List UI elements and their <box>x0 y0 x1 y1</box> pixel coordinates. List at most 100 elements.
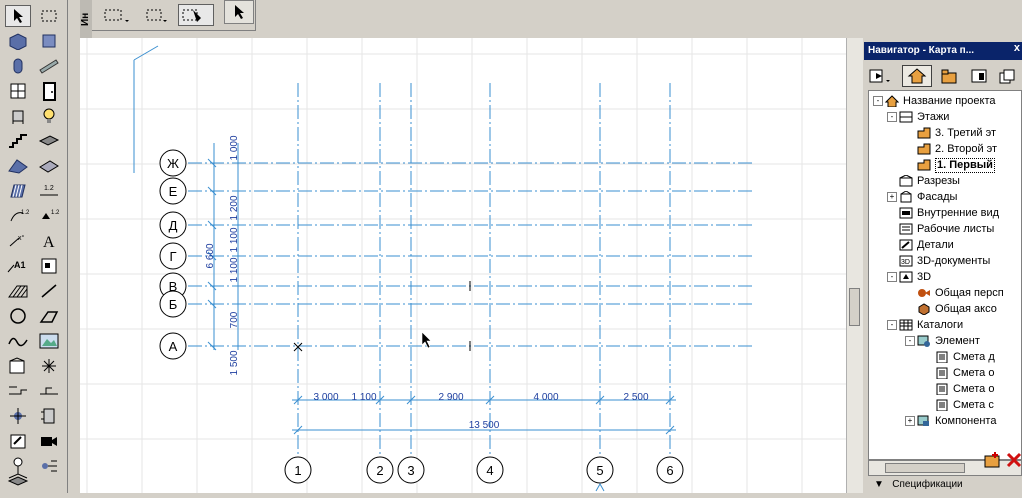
geometry-method-button[interactable] <box>100 4 136 26</box>
tree-item[interactable]: Смета с <box>935 397 994 413</box>
navigator-panel: Навигатор - Карта п... x Название проекта… <box>864 42 1022 493</box>
tree-item[interactable]: Разрезы <box>899 173 960 189</box>
list-icon <box>936 399 948 411</box>
arrow-tool[interactable] <box>5 5 31 27</box>
component-icon <box>917 415 929 426</box>
expand-icon[interactable]: + <box>905 416 915 426</box>
tree-item[interactable]: Детали <box>899 237 954 253</box>
pointer-button[interactable] <box>224 0 254 24</box>
angle-dimension-tool[interactable]: x° <box>5 230 31 252</box>
delete-button[interactable] <box>1004 450 1022 470</box>
tree-item[interactable]: Внутренние вид <box>899 205 999 221</box>
navigator-mode-button[interactable] <box>866 65 896 87</box>
tree-item-label: Смета о <box>953 367 995 379</box>
floor-plan-canvas[interactable]: ЖЕДГВБА1 000 1 200 1 100 1 100 700 1 500 6 600… <box>80 38 846 493</box>
tree-item[interactable]: Компонента <box>917 413 996 429</box>
scroll-thumb[interactable] <box>849 288 860 326</box>
column-axis-label: 5 <box>596 463 603 478</box>
circle-tool[interactable] <box>5 305 31 327</box>
story-icon <box>917 127 931 139</box>
detail-tool[interactable] <box>5 430 31 452</box>
tree-item[interactable]: Смета д <box>935 349 995 365</box>
vertical-dimension-value: 1 100 <box>229 257 240 282</box>
collapse-icon[interactable]: - <box>887 272 897 282</box>
lamp-tool[interactable] <box>36 105 62 127</box>
tree-item[interactable]: 3. Третий эт <box>917 125 996 141</box>
fill-tool[interactable] <box>5 280 31 302</box>
close-icon[interactable]: x <box>1014 42 1020 54</box>
worksheet-tool[interactable] <box>36 405 62 427</box>
tree-item-label: Элемент <box>935 335 980 347</box>
tree-item[interactable]: 3D 3D-документы <box>899 253 990 269</box>
curtain-wall-tool[interactable] <box>5 180 31 202</box>
collapse-icon[interactable]: - <box>905 336 915 346</box>
camera-tool[interactable] <box>5 405 31 427</box>
tree-item[interactable]: Смета о <box>935 381 994 397</box>
beam-tool[interactable] <box>36 55 62 77</box>
zone-tool[interactable] <box>36 255 62 277</box>
interior-elevation-tool[interactable] <box>36 380 62 402</box>
spline-tool[interactable] <box>5 330 31 352</box>
column-tool[interactable] <box>36 30 62 52</box>
view-map-button[interactable] <box>934 65 964 87</box>
publisher-sets-button[interactable] <box>992 65 1022 87</box>
slab-tool[interactable] <box>36 130 62 152</box>
specifications-section[interactable]: ▼ Спецификации <box>864 476 1022 493</box>
tree-item[interactable]: Рабочие листы <box>899 221 994 237</box>
door-tool[interactable] <box>36 80 62 102</box>
tree-item[interactable]: Фасады <box>899 189 957 205</box>
layout-book-button[interactable] <box>964 65 994 87</box>
mesh-tool[interactable] <box>36 155 62 177</box>
window-tool[interactable] <box>5 80 31 102</box>
radial-dimension-tool[interactable]: 1.2 <box>5 205 31 227</box>
line-tool[interactable] <box>36 280 62 302</box>
tree-item[interactable]: 3D <box>899 269 931 285</box>
polyline-tool[interactable] <box>36 305 62 327</box>
canvas-vertical-scrollbar[interactable] <box>846 38 863 493</box>
wall-tool[interactable] <box>5 30 31 52</box>
marquee-tool[interactable] <box>36 5 62 27</box>
tree-item[interactable]: Элемент <box>917 333 980 349</box>
dimension-level-tool[interactable]: 1.2 <box>36 180 62 202</box>
tree-item[interactable]: Каталоги <box>899 317 963 333</box>
house-icon <box>885 95 899 107</box>
section-tool[interactable] <box>5 355 31 377</box>
tree-item[interactable]: 1. Первый <box>917 157 995 173</box>
tree-item[interactable]: Название проекта <box>885 93 996 109</box>
object-tool[interactable] <box>5 105 31 127</box>
collapse-icon[interactable]: - <box>887 320 897 330</box>
text-tool[interactable]: A <box>36 230 62 252</box>
figure-tool[interactable] <box>36 330 62 352</box>
vertical-dimension-value: 1 500 <box>229 350 240 375</box>
hotspot-tool[interactable] <box>36 355 62 377</box>
stair-tool[interactable] <box>5 130 31 152</box>
tree-item-label: Компонента <box>935 415 997 427</box>
tree-item[interactable]: Общая аксо <box>917 301 997 317</box>
collapse-icon[interactable]: - <box>873 96 883 106</box>
tree-item[interactable]: Этажи <box>899 109 949 125</box>
list-icon <box>936 367 948 379</box>
level-dimension-tool[interactable]: 1.2 <box>36 205 62 227</box>
selection-mode-button[interactable] <box>178 4 214 26</box>
collapse-icon[interactable]: - <box>887 112 897 122</box>
row-axis-label: Д <box>169 218 178 233</box>
tree-item-label: Смета д <box>953 351 995 363</box>
expand-icon[interactable]: + <box>887 192 897 202</box>
marquee-shape-button[interactable] <box>142 4 172 26</box>
column-axis-label: 2 <box>376 463 383 478</box>
layers-tool[interactable] <box>5 468 31 490</box>
video-camera-tool[interactable] <box>36 430 62 452</box>
label-tool[interactable]: A1 <box>5 255 31 277</box>
tree-item[interactable]: 2. Второй эт <box>917 141 997 157</box>
cylinder-tool[interactable] <box>5 55 31 77</box>
roof-tool[interactable] <box>5 155 31 177</box>
elevation-tool[interactable] <box>5 380 31 402</box>
floor-plan-drawing: ЖЕДГВБА1 0001 2001 1001 1007001 5006 600… <box>80 38 846 493</box>
new-folder-button[interactable] <box>982 450 1002 470</box>
change-tool[interactable] <box>36 455 62 477</box>
project-map-button[interactable] <box>902 65 932 87</box>
axis-arrow <box>595 482 605 492</box>
tree-item[interactable]: Смета о <box>935 365 994 381</box>
navigator-titlebar[interactable]: Навигатор - Карта п... x <box>864 42 1022 60</box>
tree-item[interactable]: Общая персп <box>917 285 1004 301</box>
